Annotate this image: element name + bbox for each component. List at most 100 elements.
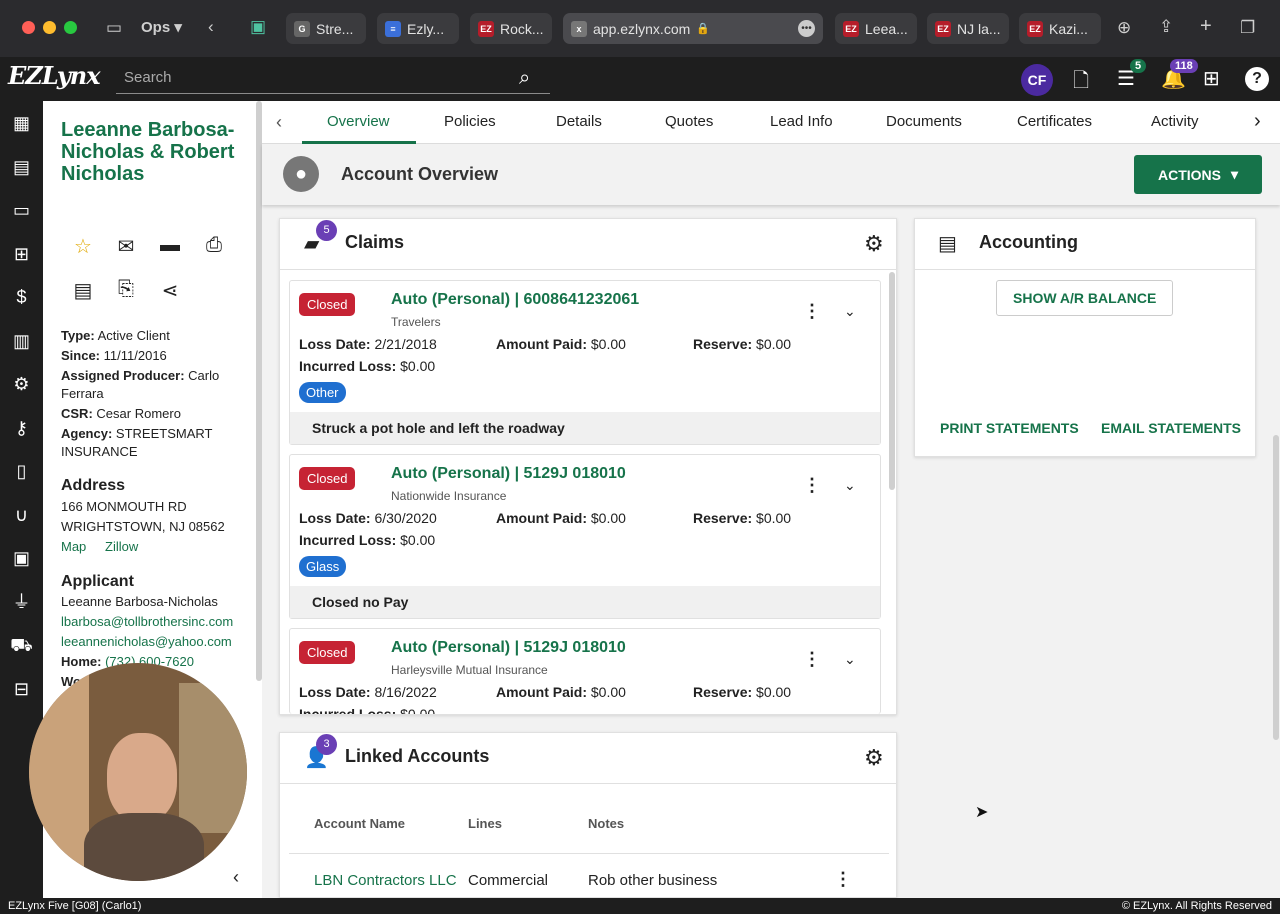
tab-policies[interactable]: Policies <box>444 113 496 130</box>
workspace-selector[interactable]: Ops ▾ <box>141 18 182 38</box>
column-header-notes[interactable]: Notes <box>588 816 624 831</box>
client-type: Type: Active Client <box>61 328 170 343</box>
column-header-account-name[interactable]: Account Name <box>314 816 405 831</box>
browser-tab[interactable]: EZ Kazi... <box>1019 13 1101 44</box>
back-icon[interactable]: ‹ <box>208 17 214 37</box>
invoice-icon[interactable]: ⎘ <box>113 278 139 301</box>
notifications-badge: 118 <box>1170 59 1198 73</box>
book-icon[interactable]: ▯ <box>9 460 34 482</box>
search-icon[interactable]: ⌕ <box>519 67 530 90</box>
magnet-icon[interactable]: ∪ <box>9 504 34 526</box>
new-document-icon[interactable]: 🗋 <box>1073 66 1089 100</box>
show-ar-balance-button[interactable]: SHOW A/R BALANCE <box>996 280 1174 316</box>
print-statements-button[interactable]: PRINT STATEMENTS <box>940 420 1079 436</box>
url-label: app.ezlynx.com <box>593 20 691 37</box>
page-title: Account Overview <box>341 164 499 184</box>
actions-button[interactable]: ACTIONS ▾ <box>1134 155 1262 194</box>
browser-tab[interactable]: EZ NJ la... <box>927 13 1009 44</box>
claims-scrollbar[interactable] <box>889 272 895 490</box>
tab-favicon: EZ <box>1027 20 1043 37</box>
plug-icon[interactable]: ⏚ <box>9 591 34 613</box>
map-link[interactable]: Map <box>61 538 86 556</box>
tab-label: Kazi... <box>1049 20 1088 37</box>
browser-tab-active[interactable]: x app.ezlynx.com 🔒 ••• <box>563 13 823 44</box>
folder-icon[interactable]: ▭ <box>9 199 34 221</box>
ledger-icon: ▤ <box>938 233 957 255</box>
settings-icon[interactable]: ⚙ <box>9 373 34 395</box>
sidebar-toggle-icon[interactable]: ▭ <box>106 18 122 38</box>
zillow-link[interactable]: Zillow <box>105 538 138 556</box>
browser-tab[interactable]: ≡ Ezly... <box>377 13 459 44</box>
claim-menu-icon[interactable]: ⋮ <box>803 649 821 670</box>
contact-card-icon[interactable]: ▤ <box>70 278 96 303</box>
page-scrollbar[interactable] <box>1273 435 1279 740</box>
claims-settings-gear-icon[interactable]: ⚙ <box>864 231 884 257</box>
account-avatar-icon: ● <box>283 156 319 192</box>
briefcase-icon[interactable]: ▣ <box>9 547 34 569</box>
tab-favicon: x <box>571 20 587 37</box>
contacts-icon[interactable]: ▤ <box>9 156 34 178</box>
claim-loss-date: Loss Date: 6/30/2020 <box>299 510 437 526</box>
linked-account-link[interactable]: LBN Contractors LLC <box>314 872 457 889</box>
reports-icon[interactable]: ▥ <box>9 330 34 352</box>
fax-icon[interactable]: ⎙ <box>201 234 227 257</box>
divider <box>280 269 896 270</box>
browser-tab[interactable]: G Stre... <box>286 13 366 44</box>
claim-menu-icon[interactable]: ⋮ <box>803 475 821 496</box>
chevron-down-icon[interactable]: ⌄ <box>844 303 856 320</box>
more-icon[interactable]: ••• <box>798 20 815 37</box>
claim-status-badge: Closed <box>299 293 356 316</box>
share-client-icon[interactable]: ⋖ <box>157 278 183 303</box>
tab-activity[interactable]: Activity <box>1151 113 1199 130</box>
claims-count-badge: 5 <box>316 220 337 241</box>
linked-account-menu-icon[interactable]: ⋮ <box>834 869 852 890</box>
new-tab-icon[interactable]: + <box>1200 16 1212 36</box>
tab-overview[interactable]: Overview <box>327 113 390 130</box>
close-window-button[interactable] <box>22 21 35 34</box>
tab-certificates[interactable]: Certificates <box>1017 113 1092 130</box>
extension-icon[interactable]: ▣ <box>250 17 266 37</box>
browser-tab[interactable]: EZ Leea... <box>835 13 917 44</box>
divider <box>915 269 1255 270</box>
linked-settings-gear-icon[interactable]: ⚙ <box>864 745 884 771</box>
download-icon[interactable]: ⊕ <box>1117 18 1131 38</box>
claim-incurred-loss: Incurred Loss: $0.00 <box>299 532 436 548</box>
user-avatar[interactable]: CF <box>1021 64 1053 96</box>
claim-title-link[interactable]: Auto (Personal) | 5129J 018010 <box>391 639 626 657</box>
applicant-email-2[interactable]: leeannenicholas@yahoo.com <box>61 633 232 651</box>
help-icon[interactable]: ? <box>1245 67 1269 91</box>
tab-documents[interactable]: Documents <box>886 113 962 130</box>
org-chart-icon[interactable]: ⊞ <box>1203 66 1220 91</box>
cart-icon[interactable]: ⛟ <box>9 634 34 656</box>
claim-title-link[interactable]: Auto (Personal) | 6008641232061 <box>391 291 639 309</box>
email-icon[interactable]: ✉ <box>113 234 139 259</box>
org-icon[interactable]: ⊞ <box>9 243 34 265</box>
key-icon[interactable]: ⚷ <box>9 417 34 439</box>
billing-icon[interactable]: $ <box>9 286 34 308</box>
ezlynx-logo[interactable]: EZLynx <box>8 61 101 90</box>
dashboard-icon[interactable]: ▦ <box>9 112 34 134</box>
tab-lead-info[interactable]: Lead Info <box>770 113 833 130</box>
tabs-scroll-right-icon[interactable]: › <box>1254 110 1261 133</box>
browser-toolbar: ▭ Ops ▾ ‹ ▣ G Stre... ≡ Ezly... EZ Rock... … <box>0 0 1280 57</box>
applicant-email-1[interactable]: lbarbosa@tollbrothersinc.com <box>61 613 233 631</box>
claim-menu-icon[interactable]: ⋮ <box>803 301 821 322</box>
tab-overview-icon[interactable]: ❐ <box>1240 18 1255 38</box>
browser-tab[interactable]: EZ Rock... <box>470 13 552 44</box>
tab-details[interactable]: Details <box>556 113 602 130</box>
claim-title-link[interactable]: Auto (Personal) | 5129J 018010 <box>391 465 626 483</box>
column-header-lines[interactable]: Lines <box>468 816 502 831</box>
star-icon[interactable]: ☆ <box>70 234 96 259</box>
sms-icon[interactable]: ▬ <box>157 234 183 257</box>
share-icon[interactable]: ⇪ <box>1159 17 1173 37</box>
tab-quotes[interactable]: Quotes <box>665 113 713 130</box>
claim-amount-paid: Amount Paid: $0.00 <box>496 684 626 700</box>
chevron-down-icon[interactable]: ⌄ <box>844 477 856 494</box>
chevron-down-icon[interactable]: ⌄ <box>844 651 856 668</box>
search-input[interactable]: Search <box>116 64 550 94</box>
tabs-scroll-left-icon[interactable]: ‹ <box>276 112 282 133</box>
maximize-window-button[interactable] <box>64 21 77 34</box>
collapse-sidebar-icon[interactable]: ‹ <box>233 867 239 888</box>
minimize-window-button[interactable] <box>43 21 56 34</box>
email-statements-button[interactable]: EMAIL STATEMENTS <box>1101 420 1241 436</box>
